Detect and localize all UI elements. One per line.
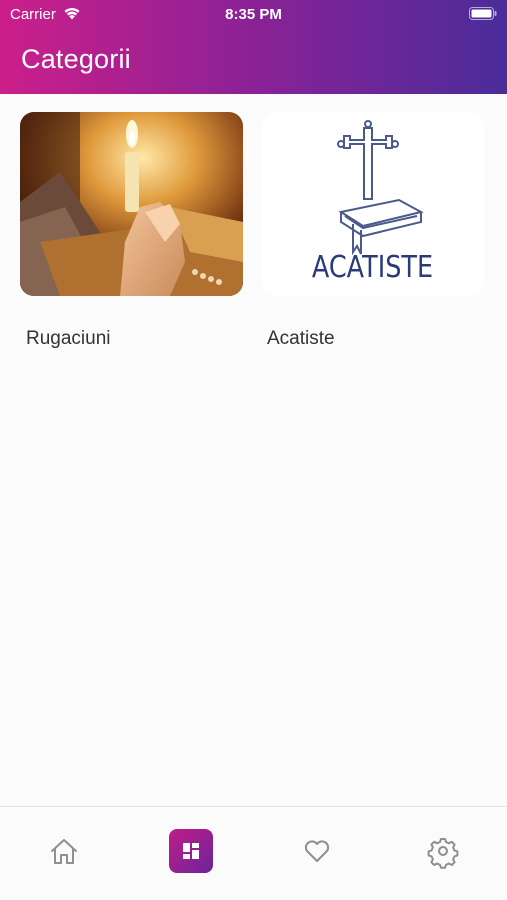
category-label: Acatiste — [267, 328, 335, 349]
acatiste-logo-image: ACATISTE — [261, 112, 484, 296]
app-header: Carrier 8:35 PM Categorii — [0, 0, 507, 94]
categories-icon — [183, 843, 199, 859]
category-card-acatiste[interactable]: ACATISTE Acatiste — [261, 112, 485, 349]
bottom-nav — [0, 806, 507, 900]
category-card-rugaciuni[interactable]: Rugaciuni — [20, 112, 244, 349]
page-title: Categorii — [21, 44, 131, 74]
nav-favorites[interactable] — [295, 829, 339, 873]
status-bar: Carrier 8:35 PM — [0, 0, 507, 28]
nav-home[interactable] — [42, 829, 86, 873]
battery-icon — [469, 7, 497, 24]
acatiste-logo-text: ACATISTE — [311, 250, 434, 285]
gear-icon — [427, 838, 459, 869]
category-label: Rugaciuni — [26, 328, 111, 349]
heart-icon — [304, 840, 330, 862]
nav-settings[interactable] — [421, 829, 465, 873]
praying-candle-image — [20, 112, 243, 296]
home-icon — [51, 839, 77, 864]
clock: 8:35 PM — [225, 6, 282, 23]
nav-categories[interactable] — [169, 829, 213, 873]
